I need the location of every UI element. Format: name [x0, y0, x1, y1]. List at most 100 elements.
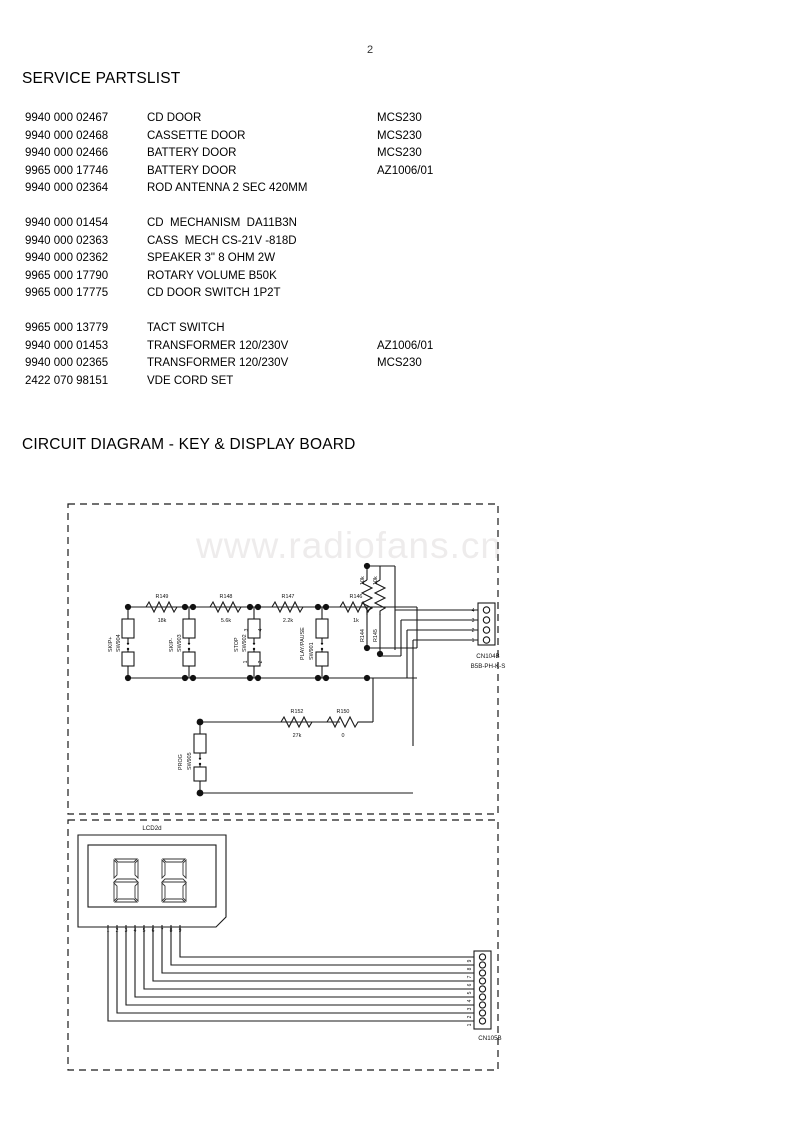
service-partslist-title: SERVICE PARTSLIST	[22, 70, 181, 87]
table-row: 9940 000 02364 ROD ANTENNA 2 SEC 420MM	[25, 180, 585, 198]
cn105b-pin-6: 6	[467, 983, 473, 986]
resistor-label-R148: R148	[220, 594, 233, 600]
part-code: 9940 000 02365	[25, 357, 109, 370]
lcd-ref-label: LCD2d	[142, 825, 162, 832]
resistor-label-R150: R150	[337, 709, 350, 715]
resistor-label-R152: R152	[291, 709, 304, 715]
part-code: 9940 000 02466	[25, 147, 109, 160]
table-row: 9965 000 13779 TACT SWITCH	[25, 320, 585, 338]
resistor-label-R149: R149	[156, 594, 169, 600]
part-description: TRANSFORMER 120/230V	[147, 339, 289, 352]
part-code: 9940 000 01453	[25, 339, 109, 352]
part-model: AZ1006/01	[377, 164, 434, 177]
part-code: 9940 000 02467	[25, 112, 109, 124]
part-model	[377, 215, 497, 233]
cn104b-pin-4: 4	[472, 608, 475, 614]
part-description: TACT SWITCH	[147, 321, 225, 334]
table-row: 9940 000 02362 SPEAKER 3" 8 OHM 2W	[25, 250, 585, 268]
resistor-value-R146: 1k	[353, 618, 359, 624]
part-code: 9940 000 02468	[25, 129, 109, 142]
part-model	[377, 250, 497, 268]
part-model	[377, 320, 497, 338]
cn105b-pin-1: 1	[467, 1023, 473, 1026]
part-description: VDE CORD SET	[147, 374, 234, 387]
switch-ref-SW903: SW903	[177, 634, 183, 652]
resistor-R149: R149 18k	[145, 594, 181, 624]
resistor-value-R152: 27k	[293, 733, 302, 739]
partslist-group: 9940 000 02467 CD DOOR MCS230 9940 000 0…	[25, 110, 585, 198]
resistor-value-R148: 5.6k	[221, 618, 231, 624]
table-row: 9965 000 17775 CD DOOR SWITCH 1P2T	[25, 285, 585, 303]
part-model	[377, 180, 497, 198]
cn105b-pin-7: 7	[467, 975, 473, 978]
table-row: 9940 000 02467 CD DOOR MCS230	[25, 110, 585, 128]
pullup-network: R144 10k R145 10k	[360, 562, 396, 658]
switch-pin-2: 2	[258, 660, 264, 663]
resistor-label-R146: R146	[350, 594, 363, 600]
part-model: AZ1006/01	[377, 339, 434, 352]
seven-segment-digit	[160, 858, 188, 903]
part-description: TRANSFORMER 120/230V	[147, 357, 289, 370]
service-partslist-table: 9940 000 02467 CD DOOR MCS230 9940 000 0…	[25, 110, 585, 407]
connector-type-CN104B: B5B-PH-K-S	[471, 663, 506, 670]
cn104b-pin-2: 2	[472, 628, 475, 634]
resistor-R147: R147 2.2k	[271, 594, 307, 624]
switch-function-SW901: PLAY/PAUSE	[300, 627, 306, 660]
part-description: BATTERY DOOR	[147, 147, 237, 160]
part-description: CASS MECH CS-21V -818D	[147, 234, 297, 247]
part-description: CD DOOR	[147, 112, 202, 124]
partslist-group: 9940 000 01454 CD MECHANISM DA11B3N 9940…	[25, 215, 585, 303]
prog-branch: PROG SW905 R152 27k R150 0	[178, 678, 413, 797]
part-code: 2422 070 98151	[25, 374, 109, 387]
lcd-display-LCD2d: LCD2d 1 2 3 4 5 6 7 8 9	[77, 825, 227, 934]
part-code: 9940 000 02362	[25, 252, 109, 265]
cn105b-pin-4: 4	[467, 999, 473, 1002]
part-code: 9965 000 17746	[25, 164, 109, 177]
part-model: MCS230	[377, 357, 422, 370]
part-model	[377, 268, 497, 286]
switch-SW902: STOP SW902 3 4 1 2	[234, 603, 264, 682]
resistor-value-R145: 10k	[373, 576, 379, 585]
switch-function-SW903: SKIP-	[169, 638, 175, 652]
table-row: 9940 000 01453 TRANSFORMER 120/230V AZ10…	[25, 338, 585, 356]
cn105b-pin-2: 2	[467, 1015, 473, 1018]
part-code: 9940 000 02364	[25, 182, 109, 195]
part-model: MCS230	[377, 147, 422, 160]
resistor-value-R150: 0	[342, 733, 345, 739]
connector-ref-CN104B: CN104B	[476, 653, 499, 660]
circuit-diagram-title: CIRCUIT DIAGRAM - KEY & DISPLAY BOARD	[22, 436, 356, 453]
resistor-value-R147: 2.2k	[283, 618, 293, 624]
switch-ref-SW901: SW901	[309, 642, 315, 660]
partslist-group: 9965 000 13779 TACT SWITCH 9940 000 0145…	[25, 320, 585, 390]
part-description: CD DOOR SWITCH 1P2T	[147, 287, 281, 300]
resistor-R148: R148 5.6k	[209, 594, 245, 624]
switch-function-SW904: SKIP+	[108, 637, 114, 652]
table-row: 9940 000 02363 CASS MECH CS-21V -818D	[25, 233, 585, 251]
part-description: ROD ANTENNA 2 SEC 420MM	[147, 182, 308, 195]
part-model	[377, 285, 497, 303]
resistor-label-R144: R144	[360, 629, 366, 642]
part-code: 9940 000 02363	[25, 234, 109, 247]
part-description: CASSETTE DOOR	[147, 129, 246, 142]
part-description: CD MECHANISM DA11B3N	[147, 216, 297, 229]
part-model	[377, 373, 497, 391]
cn105b-pin-9: 9	[467, 959, 473, 962]
switch-function-SW902: STOP	[234, 637, 240, 652]
cn104b-pin-3: 3	[472, 618, 475, 624]
table-row: 9940 000 02365 TRANSFORMER 120/230V MCS2…	[25, 355, 585, 373]
part-description: ROTARY VOLUME B50K	[147, 269, 277, 282]
switch-ref-SW902: SW902	[242, 634, 248, 652]
cn105b-pin-3: 3	[467, 1007, 473, 1010]
service-manual-page: 2 SERVICE PARTSLIST 9940 000 02467 CD DO…	[0, 0, 800, 1133]
switch-ref-SW905: SW905	[187, 752, 193, 770]
switch-pin-3: 3	[244, 628, 250, 631]
table-row: 9965 000 17790 ROTARY VOLUME B50K	[25, 268, 585, 286]
part-model: MCS230	[377, 129, 422, 142]
circuit-diagram: .w{stroke:#1a1a1a;stroke-width:1.1;fill:…	[0, 470, 800, 1090]
table-row: 9940 000 02468 CASSETTE DOOR MCS230	[25, 128, 585, 146]
switch-SW904: SKIP+ SW904	[108, 603, 135, 682]
cn104b-pin-1: 1	[472, 638, 475, 644]
table-row: 9965 000 17746 BATTERY DOOR AZ1006/01	[25, 163, 585, 181]
part-description: BATTERY DOOR	[147, 164, 237, 177]
part-code: 9965 000 17775	[25, 287, 109, 300]
